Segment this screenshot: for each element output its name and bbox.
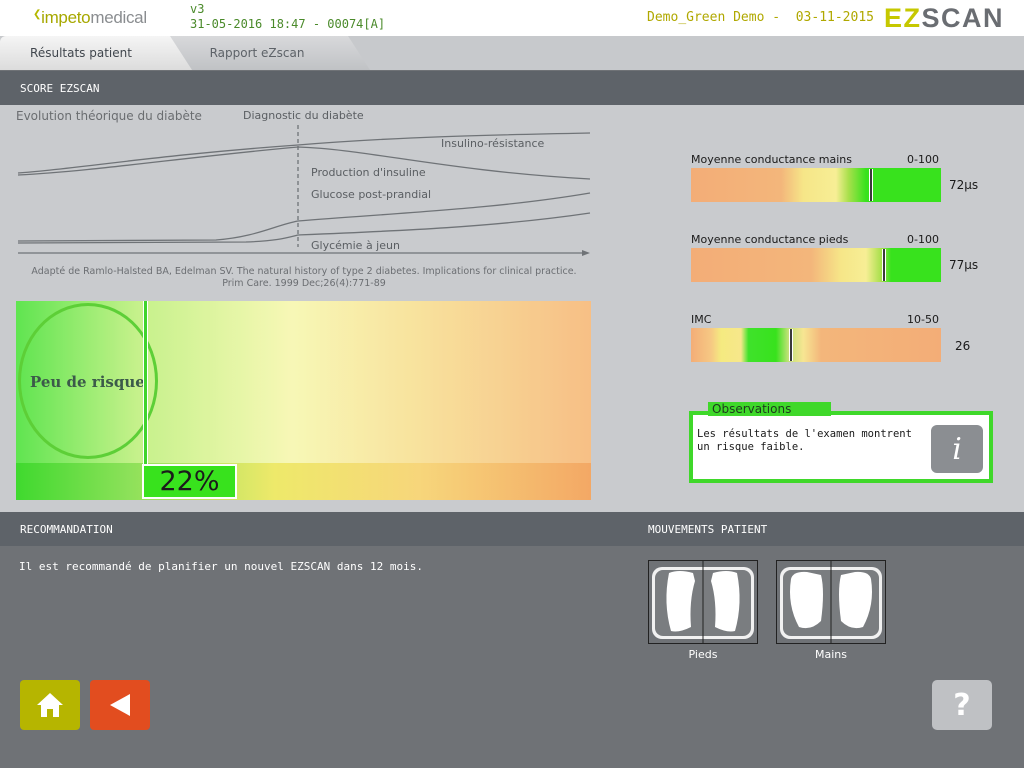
citation-line-2: Prim Care. 1999 Dec;26(4):771-89 [222,278,386,289]
diagnostic-label: Diagnostic du diabète [243,109,364,122]
app-version: v3 [190,2,205,16]
feet-movement [648,560,758,644]
measure-range: 0-100 [907,233,939,246]
impetomedical-logo: ❮impetomedical [33,8,147,28]
risk-percentage: 22% [142,464,237,499]
recommendation-panel: Il est recommandé de planifier un nouvel… [0,546,1024,768]
tab-rapport-ezscan[interactable]: Rapport eZscan [170,36,370,70]
measure-marker [789,329,793,361]
feet-plates-icon [652,561,754,643]
app-header: ❮impetomedical v3 31-05-2016 18:47 - 0007… [0,0,1024,36]
measure-hands: Moyenne conductance mains 0-100 72µs [690,153,1010,213]
measure-bar [691,248,941,282]
hands-movement [776,560,886,644]
risk-marker [143,301,148,465]
session-info: v3 31-05-2016 18:47 - 00074[A] [190,2,385,32]
observations-title: Observations [708,402,831,416]
measure-imc: IMC 10-50 26 [690,313,1010,373]
measure-marker [882,249,886,281]
movements-title: MOUVEMENTS PATIENT [648,522,768,536]
citation: Adapté de Ramlo-Halsted BA, Edelman SV. … [16,266,592,290]
score-section-title: SCORE EZSCAN [20,81,100,95]
session-id: 31-05-2016 18:47 - 00074[A] [190,17,386,31]
tab-label: Résultats patient [30,46,132,60]
recommendation-text: Il est recommandé de planifier un nouvel… [19,560,423,573]
insulin-production-label: Production d'insuline [311,166,426,179]
back-arrow-icon [110,694,130,716]
recommendation-section-header: RECOMMANDATION MOUVEMENTS PATIENT [0,512,1024,546]
tab-label: Rapport eZscan [209,46,305,60]
ezscan-logo-ez: EZ [884,3,922,33]
logo-brand-suffix: medical [90,8,147,27]
measure-feet: Moyenne conductance pieds 0-100 77µs [690,233,1010,293]
diabetes-evolution-diagram [17,125,591,256]
recommendation-title: RECOMMANDATION [20,522,113,536]
measure-bar [691,168,941,202]
diagram-title: Evolution théorique du diabète [16,109,202,123]
hands-label: Mains [815,648,847,661]
score-section-header: SCORE EZSCAN [0,71,1024,105]
score-panel: Evolution théorique du diabète Diagnosti… [0,105,1024,512]
help-button[interactable]: ? [932,680,992,730]
back-button[interactable] [90,680,150,730]
glycemia-curve [17,212,591,244]
feet-label: Pieds [688,648,718,661]
measure-value: 77µs [949,258,979,272]
measure-title: IMC [691,313,712,326]
citation-line-1: Adapté de Ramlo-Halsted BA, Edelman SV. … [31,266,577,277]
measure-bar [691,328,941,362]
patient-info: Demo_Green Demo - 03-11-2015 [647,10,874,25]
observations-text: Les résultats de l'examen montrent un ri… [697,428,912,453]
risk-gauge-scale [16,463,591,500]
measure-title: Moyenne conductance pieds [691,233,849,246]
axis-arrow-icon [582,250,590,256]
measure-marker [869,169,873,201]
risk-gauge: Peu de risque 22% [16,301,591,500]
glycemia-label: Glycémie à jeun [311,239,400,252]
insulino-resistance-label: Insulino-résistance [441,137,545,150]
ezscan-logo: EZSCAN [884,3,1004,34]
glucose-postprandial-label: Glucose post-prandial [311,188,432,201]
logo-brand-prefix: impeto [41,8,91,27]
measure-range: 10-50 [907,313,939,326]
measure-title: Moyenne conductance mains [691,153,853,166]
tab-bar: Rapport eZscan Résultats patient [0,36,1024,70]
insulin-production-curve [17,146,591,180]
logo-mark-icon: ❮ [33,9,42,20]
home-icon [37,693,63,717]
measure-value: 72µs [949,178,979,192]
hands-plates-icon [780,561,882,643]
tab-resultats-patient[interactable]: Résultats patient [0,36,192,70]
ezscan-logo-scan: SCAN [921,3,1005,33]
measure-value: 26 [955,339,971,353]
measure-range: 0-100 [907,153,939,166]
glucose-postprandial-curve [17,192,591,242]
home-button[interactable] [20,680,80,730]
info-button[interactable]: i [931,425,983,473]
observations-box: Les résultats de l'examen montrent un ri… [689,411,993,483]
risk-label: Peu de risque [30,373,145,391]
